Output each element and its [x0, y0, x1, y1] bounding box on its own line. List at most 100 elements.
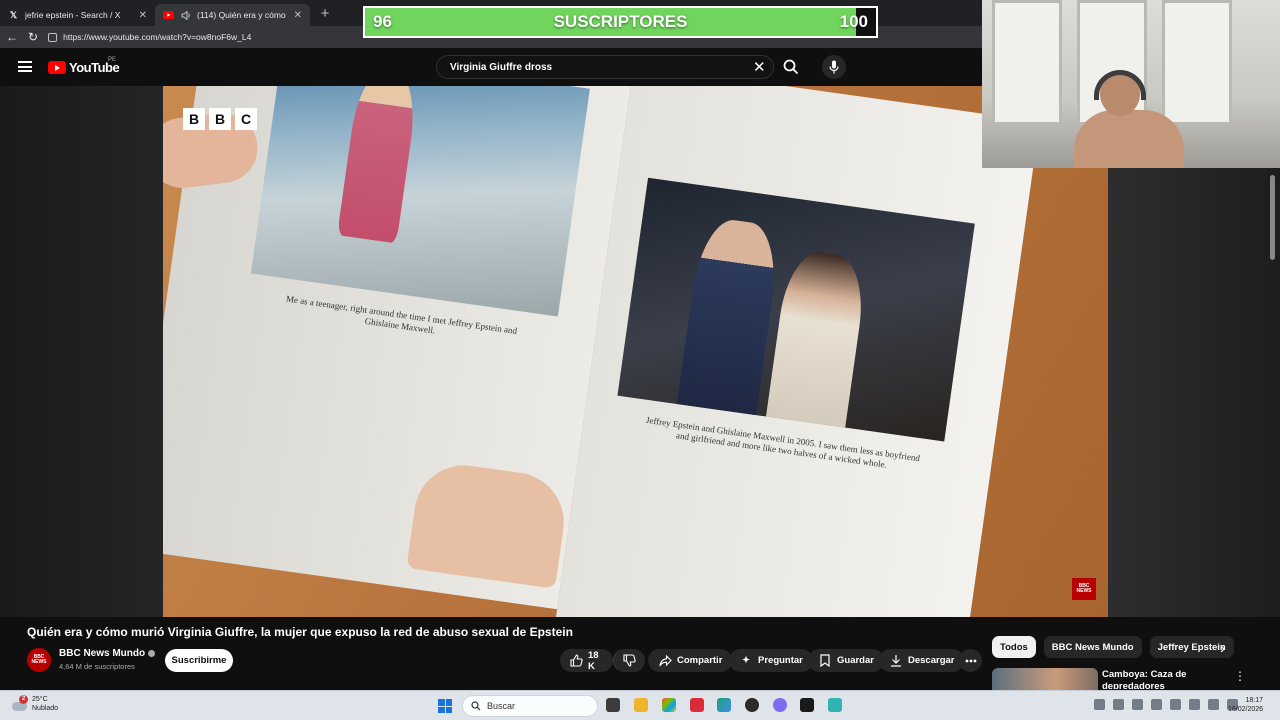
recommended-title[interactable]: Camboya: Caza de depredadores [1102, 669, 1212, 689]
channel-name[interactable]: BBC News Mundo [59, 648, 156, 659]
network-icon[interactable] [1170, 699, 1181, 710]
search-query: Virginia Giuffre dross [450, 61, 553, 73]
taskbar-search[interactable]: Buscar [462, 695, 598, 717]
youtube-icon [163, 10, 174, 21]
vertical-dots-icon[interactable]: ⋮ [1234, 669, 1246, 683]
share-button[interactable]: Compartir [648, 649, 733, 672]
search-button[interactable] [778, 55, 804, 79]
reload-icon[interactable]: ↻ [28, 30, 38, 44]
dislike-button[interactable] [613, 649, 645, 672]
tab-x-search[interactable]: 𝕏 jefrie epstein - Search / X ✕ [0, 4, 155, 26]
ambient-left [0, 86, 163, 617]
more-actions-button[interactable] [959, 649, 982, 672]
download-button[interactable]: Descargar [879, 649, 965, 672]
obs-icon[interactable] [800, 698, 814, 712]
notification-badge: 2 [19, 694, 28, 704]
speaker-icon[interactable] [180, 10, 191, 21]
bookmark-icon [818, 654, 832, 668]
microphone-tray-icon[interactable] [1189, 699, 1200, 710]
taskbar-search-placeholder: Buscar [487, 701, 516, 711]
temperature: 25°C [32, 696, 48, 703]
file-explorer-icon[interactable] [634, 698, 648, 712]
webcam-overlay [982, 0, 1280, 168]
avatar-line: NEWS [31, 659, 47, 665]
close-tab-icon[interactable]: ✕ [139, 10, 147, 21]
search-icon [783, 59, 799, 75]
screen: 𝕏 jefrie epstein - Search / X ✕ (114) Qu… [0, 0, 1280, 720]
bbc-letter: B [183, 108, 205, 130]
weather-widget[interactable]: 2 25°C Nublado [12, 694, 58, 714]
country-code: PE [108, 57, 117, 63]
download-label: Descargar [908, 655, 955, 666]
site-info-icon[interactable] [48, 32, 58, 42]
security-icon[interactable] [1151, 699, 1162, 710]
open-book-image: Me as a teenager, right around the time … [163, 86, 1061, 617]
search-input[interactable]: Virginia Giuffre dross [436, 55, 774, 79]
menu-hamburger-icon[interactable] [18, 61, 32, 72]
weather-text: 25°C Nublado [32, 696, 58, 714]
windows-taskbar: 2 25°C Nublado Buscar 18:17 16/02/2026 [0, 690, 1280, 720]
more-dots-icon [965, 659, 976, 662]
windows-start-icon[interactable] [438, 699, 452, 713]
url-text: https://www.youtube.com/watch?v=ow8noF6w… [63, 32, 252, 42]
tab-title: (114) Quién era y cómo muri [197, 10, 288, 20]
tab-title: jefrie epstein - Search / X [25, 10, 121, 20]
subscribe-button[interactable]: Suscribirme [165, 649, 233, 672]
streamer-body [1074, 110, 1184, 168]
copilot-icon[interactable] [662, 698, 676, 712]
bluetooth-icon[interactable] [1132, 699, 1143, 710]
clock-date: 16/02/2026 [1228, 706, 1264, 714]
video-frame[interactable]: Me as a teenager, right around the time … [163, 86, 1108, 617]
channel-avatar[interactable]: BBC NEWS [27, 648, 51, 672]
badge-line: NEWS [1076, 588, 1092, 594]
search-icon [471, 701, 481, 711]
microphone-icon [829, 60, 839, 74]
thumbs-down-icon [623, 654, 636, 668]
like-count: 18 K [588, 649, 599, 672]
cloud-icon: 2 [12, 694, 28, 712]
edge-browser-icon[interactable] [717, 698, 731, 712]
url-field[interactable]: https://www.youtube.com/watch?v=ow8noF6w… [48, 32, 251, 42]
steam-icon[interactable] [745, 698, 759, 712]
save-label: Guardar [837, 655, 874, 666]
recommended-thumbnail[interactable] [992, 668, 1098, 690]
like-button[interactable]: 18 K [560, 649, 613, 672]
x-logo-icon: 𝕏 [9, 9, 18, 20]
window-pane [992, 0, 1062, 125]
notepad-icon[interactable] [828, 698, 842, 712]
youtube-play-icon [48, 61, 66, 74]
cloud-sync-icon[interactable] [1113, 699, 1124, 710]
ask-button[interactable]: ✦ Preguntar [729, 649, 813, 672]
back-arrow-icon[interactable]: ← [6, 30, 18, 44]
new-tab-button[interactable]: + [314, 2, 336, 24]
window-pane [1162, 0, 1232, 125]
close-tab-icon[interactable]: ✕ [294, 10, 302, 21]
channel-name-text: BBC News Mundo [59, 648, 146, 659]
sparkle-icon: ✦ [742, 655, 750, 666]
page-scrollbar[interactable] [1270, 175, 1275, 260]
bbc-logo: B B C [183, 108, 257, 130]
subscriber-goal-text: 96 SUSCRIPTORES 100 [365, 8, 876, 36]
chevron-up-icon[interactable] [1094, 699, 1105, 710]
bbc-letter: B [209, 108, 231, 130]
filter-chips: Todos BBC News Mundo Jeffrey Epstein [992, 636, 1234, 658]
share-label: Compartir [677, 655, 723, 666]
weather-condition: Nublado [32, 704, 59, 712]
tab-youtube-video[interactable]: (114) Quién era y cómo muri ✕ [155, 4, 310, 26]
chip-channel[interactable]: BBC News Mundo [1043, 636, 1142, 658]
office-app-icon[interactable] [690, 698, 704, 712]
task-view-icon[interactable] [606, 698, 620, 712]
discord-icon[interactable] [773, 698, 787, 712]
clock-time: 18:17 [1245, 697, 1264, 704]
subscriber-label: SUSCRIPTORES [553, 12, 688, 31]
chevron-right-icon[interactable]: › [1220, 640, 1225, 657]
chip-all[interactable]: Todos [992, 636, 1036, 658]
clear-search-icon[interactable]: ✕ [753, 58, 766, 76]
thumbs-up-icon [570, 654, 583, 668]
save-button[interactable]: Guardar [808, 649, 884, 672]
taskbar-clock[interactable]: 18:17 16/02/2026 [1228, 696, 1263, 715]
voice-search-button[interactable] [822, 55, 846, 79]
display-icon[interactable] [1208, 699, 1219, 710]
system-tray [1094, 699, 1238, 710]
video-title: Quién era y cómo murió Virginia Giuffre,… [27, 625, 573, 639]
